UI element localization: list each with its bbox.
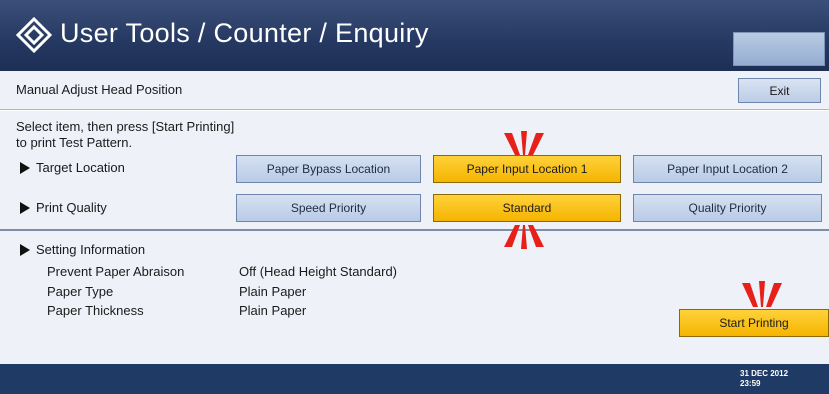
info-label-prevent-abrasion: Prevent Paper Abraison	[47, 264, 185, 279]
info-value-prevent-abrasion: Off (Head Height Standard)	[239, 264, 398, 279]
setting-info-heading: Setting Information	[20, 242, 145, 257]
print-quality-label: Print Quality	[20, 200, 107, 215]
header-button[interactable]	[733, 32, 825, 66]
triangle-right-icon	[20, 161, 30, 174]
setting-info-heading-text: Setting Information	[36, 242, 146, 257]
instruction-text: Select item, then press [Start Printing]…	[16, 119, 234, 151]
instruction-line-1: Select item, then press [Start Printing]	[16, 119, 235, 134]
info-value-paper-type: Plain Paper	[239, 284, 307, 299]
app-title: User Tools / Counter / Enquiry	[60, 18, 429, 48]
option-paper-input-location-2[interactable]: Paper Input Location 2	[633, 155, 822, 183]
date-time: 31 DEC 2012 23:59	[740, 369, 788, 389]
start-printing-button[interactable]: Start Printing	[679, 309, 829, 337]
screen: User Tools / Counter / Enquiry Manual Ad…	[0, 0, 829, 394]
option-quality-priority[interactable]: Quality Priority	[633, 194, 822, 222]
triangle-right-icon	[20, 201, 30, 214]
exit-button[interactable]: Exit	[738, 78, 821, 103]
title-bar: Manual Adjust Head Position	[0, 71, 829, 110]
time-text: 23:59	[740, 379, 761, 388]
option-paper-bypass-location[interactable]: Paper Bypass Location	[236, 155, 421, 183]
date-text: 31 DEC 2012	[740, 369, 789, 378]
option-speed-priority[interactable]: Speed Priority	[236, 194, 421, 222]
diamond-logo-icon	[16, 17, 52, 53]
option-standard[interactable]: Standard	[433, 194, 621, 222]
attention-marker-icon	[742, 281, 782, 307]
info-value-paper-thickness: Plain Paper	[239, 303, 307, 318]
info-label-paper-type: Paper Type	[47, 284, 114, 299]
option-paper-input-location-1[interactable]: Paper Input Location 1	[433, 155, 621, 183]
triangle-right-icon	[20, 243, 30, 256]
target-location-label: Target Location	[20, 160, 125, 175]
header-bar: User Tools / Counter / Enquiry	[0, 0, 829, 71]
info-label-paper-thickness: Paper Thickness	[47, 303, 144, 318]
target-location-text: Target Location	[36, 160, 125, 175]
attention-marker-icon	[504, 225, 544, 249]
status-footer: 31 DEC 2012 23:59	[0, 364, 829, 394]
print-quality-text: Print Quality	[36, 200, 107, 215]
instruction-line-2: to print Test Pattern.	[16, 135, 133, 150]
page-title: Manual Adjust Head Position	[16, 82, 183, 97]
attention-marker-icon	[504, 131, 544, 155]
